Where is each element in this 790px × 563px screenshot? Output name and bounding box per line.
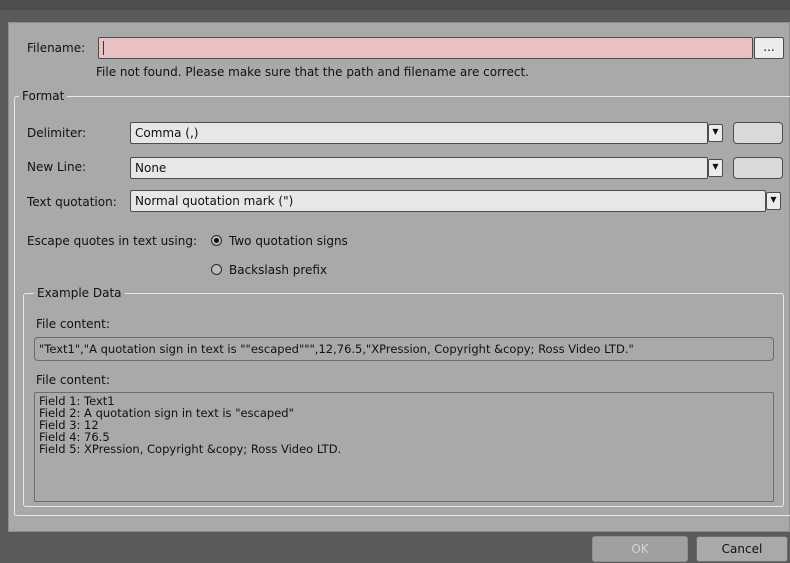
delimiter-dropdown-button[interactable]: ▼	[708, 124, 723, 142]
file-content-label-raw: File content:	[36, 317, 110, 331]
browse-button[interactable]: ...	[754, 37, 784, 59]
raw-content-box: "Text1","A quotation sign in text is ""e…	[34, 337, 774, 361]
chevron-down-icon: ▼	[770, 195, 777, 204]
escape-quotes-label: Escape quotes in text using:	[27, 234, 198, 248]
cancel-button[interactable]: Cancel	[696, 536, 788, 562]
file-content-label-parsed: File content:	[36, 373, 110, 387]
raw-content-line: "Text1","A quotation sign in text is ""e…	[39, 342, 634, 356]
radio-backslash-prefix[interactable]	[211, 264, 222, 275]
filename-error-message: File not found. Please make sure that th…	[96, 65, 529, 79]
parsed-field-line: Field 5: XPression, Copyright &copy; Ros…	[39, 442, 342, 456]
new-line-dropdown-button[interactable]: ▼	[708, 159, 723, 177]
new-line-value: None	[135, 161, 167, 175]
filename-input[interactable]	[98, 37, 753, 59]
ok-button[interactable]: OK	[592, 536, 688, 562]
new-line-custom-input[interactable]	[733, 157, 783, 179]
radio-backslash-prefix-label[interactable]: Backslash prefix	[229, 263, 327, 277]
format-legend: Format	[19, 89, 68, 103]
delimiter-value: Comma (,)	[135, 126, 199, 140]
radio-selected-dot	[214, 238, 219, 243]
text-quotation-select[interactable]: Normal quotation mark (")	[130, 190, 766, 212]
chevron-down-icon: ▼	[712, 127, 719, 136]
text-quotation-value: Normal quotation mark (")	[135, 194, 294, 208]
radio-two-quotation-signs[interactable]	[211, 235, 222, 246]
title-bar	[0, 0, 790, 10]
text-quotation-dropdown-button[interactable]: ▼	[766, 192, 781, 210]
new-line-label: New Line:	[27, 160, 87, 174]
parsed-content-box: Field 1: Text1 Field 2: A quotation sign…	[34, 392, 774, 502]
radio-two-quotation-signs-label[interactable]: Two quotation signs	[229, 234, 348, 248]
delimiter-custom-input[interactable]	[733, 122, 783, 144]
example-data-legend: Example Data	[34, 286, 125, 300]
delimiter-select[interactable]: Comma (,)	[130, 122, 708, 144]
text-quotation-label: Text quotation:	[27, 195, 117, 209]
filename-label: Filename:	[27, 41, 86, 55]
parsed-field-line: Field 3: 12	[39, 418, 99, 432]
delimiter-label: Delimiter:	[27, 126, 87, 140]
text-caret	[103, 41, 104, 55]
new-line-select[interactable]: None	[130, 157, 708, 179]
chevron-down-icon: ▼	[712, 162, 719, 171]
parsed-field-line: Field 2: A quotation sign in text is "es…	[39, 406, 294, 420]
